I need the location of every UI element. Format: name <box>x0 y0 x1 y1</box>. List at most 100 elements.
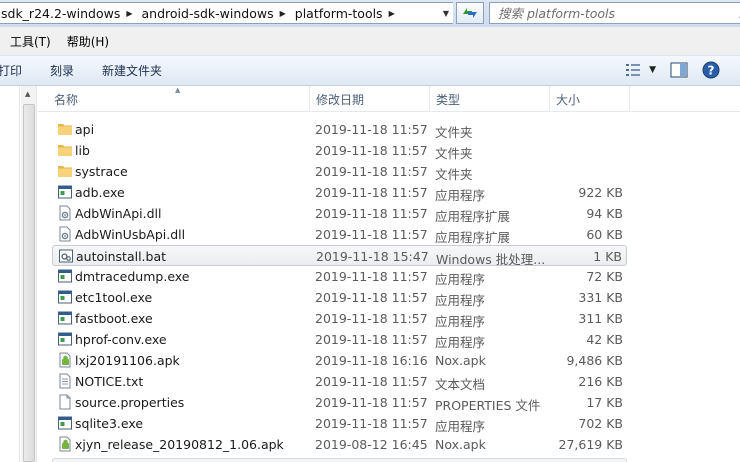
new-folder-button[interactable]: 新建文件夹 <box>88 62 176 79</box>
scroll-up-arrow-icon[interactable]: ▲ <box>25 90 30 98</box>
refresh-icon <box>463 8 477 18</box>
table-row[interactable]: dmtracedump.exe 2019-11-18 11:57 应用程序 72 KB <box>52 266 627 287</box>
file-name: xjyn_release_20190812_1.06.apk <box>75 437 284 452</box>
navigation-scrollbar[interactable]: ▲ <box>21 86 37 462</box>
file-name: hprof-conv.exe <box>75 332 167 347</box>
file-type: Nox.apk <box>435 437 486 452</box>
file-type: 应用程序 <box>435 188 486 203</box>
table-row[interactable]: hprof-conv.exe 2019-11-18 11:57 应用程序 42 KB <box>52 329 627 350</box>
refresh-button[interactable] <box>456 2 484 24</box>
file-date: 2019-11-18 15:47 <box>316 249 429 264</box>
folder-icon <box>57 121 73 137</box>
breadcrumb-chevron-icon[interactable]: ▶ <box>277 9 293 18</box>
burn-button[interactable]: 刻录 <box>36 62 88 79</box>
table-row[interactable]: sqlite3.exe 2019-11-18 11:57 应用程序 702 KB <box>52 413 627 434</box>
file-type: 应用程序 <box>435 419 486 434</box>
table-row[interactable]: api 2019-11-18 11:57 文件夹 <box>52 119 627 140</box>
folder-icon <box>57 163 73 179</box>
file-date: 2019-11-18 11:57 <box>315 269 428 284</box>
address-bar[interactable]: sdk_r24.2-windows ▶ android-sdk-windows … <box>0 2 449 24</box>
table-row[interactable]: adb.exe 2019-11-18 11:57 应用程序 922 KB <box>52 182 627 203</box>
file-size: 72 KB <box>586 269 623 284</box>
menu-tools[interactable]: 工具(T) <box>0 33 59 50</box>
help-button[interactable]: ? <box>702 61 720 79</box>
file-date: 2019-11-18 11:57 <box>315 332 428 347</box>
file-name: adb.exe <box>75 185 125 200</box>
address-bar-row: sdk_r24.2-windows ▶ android-sdk-windows … <box>0 0 740 27</box>
file-size: 216 KB <box>578 374 623 389</box>
file-size: 311 KB <box>578 311 623 326</box>
view-options-button[interactable]: ▼ <box>625 63 656 77</box>
file-date: 2019-11-18 11:57 <box>315 143 428 158</box>
file-date: 2019-11-18 11:57 <box>315 164 428 179</box>
file-size: 1 KB <box>593 249 622 264</box>
scrollbar-thumb[interactable] <box>23 104 35 462</box>
table-row[interactable]: NOTICE.txt 2019-11-18 11:57 文本文档 216 KB <box>52 371 627 392</box>
exe-icon <box>57 310 73 326</box>
dll-icon <box>57 205 73 221</box>
file-type: 应用程序 <box>435 293 486 308</box>
file-type: PROPERTIES 文件 <box>435 398 541 413</box>
preview-pane-icon <box>670 62 688 78</box>
file-date: 2019-11-18 16:16 <box>315 353 428 368</box>
column-type[interactable]: 类型 <box>430 86 550 112</box>
txt-icon <box>57 373 73 389</box>
file-date: 2019-11-18 11:57 <box>315 416 428 431</box>
table-row[interactable]: xjyn_release_20190812_1.06.apk 2019-08-12… <box>52 434 627 455</box>
column-name[interactable]: 名称 <box>48 86 310 112</box>
file-type: 应用程序扩展 <box>435 209 511 224</box>
file-type: 文件夹 <box>435 167 473 182</box>
file-size: 9,486 KB <box>566 353 623 368</box>
bat-icon <box>58 248 74 264</box>
table-row[interactable]: etc1tool.exe 2019-11-18 11:57 应用程序 331 KB <box>52 287 627 308</box>
list-item[interactable] <box>52 458 627 462</box>
breadcrumb-chevron-icon[interactable]: ▶ <box>123 9 139 18</box>
file-date: 2019-11-18 11:57 <box>315 395 428 410</box>
file-date: 2019-08-12 16:45 <box>315 437 428 452</box>
file-type: 文本文档 <box>435 377 486 392</box>
file-type: 应用程序 <box>435 335 486 350</box>
file-type: 应用程序 <box>435 314 486 329</box>
file-type: 文件夹 <box>435 146 473 161</box>
file-date: 2019-11-18 11:57 <box>315 206 428 221</box>
breadcrumb-platform-tools[interactable]: platform-tools <box>293 6 386 21</box>
exe-icon <box>57 331 73 347</box>
breadcrumb-android-sdk[interactable]: android-sdk-windows <box>140 6 277 21</box>
table-row[interactable]: AdbWinApi.dll 2019-11-18 11:57 应用程序扩展 94 KB <box>52 203 627 224</box>
breadcrumb-chevron-icon[interactable]: ▶ <box>386 9 402 18</box>
file-name: source.properties <box>75 395 185 410</box>
file-date: 2019-11-18 11:57 <box>315 374 428 389</box>
file-name: autoinstall.bat <box>76 249 167 264</box>
table-row[interactable]: lib 2019-11-18 11:57 文件夹 <box>52 140 627 161</box>
exe-icon <box>57 415 73 431</box>
exe-icon <box>57 184 73 200</box>
search-input[interactable] <box>490 3 720 23</box>
table-row[interactable]: lxj20191106.apk 2019-11-18 16:16 Nox.apk 9,… <box>52 350 627 371</box>
address-history-chevron-down-icon[interactable]: ▼ <box>439 2 453 24</box>
apk-icon <box>57 352 73 368</box>
column-date[interactable]: 修改日期 <box>310 86 430 112</box>
print-button[interactable]: 打印 <box>0 62 36 79</box>
file-size: 27,619 KB <box>558 437 623 452</box>
file-name: systrace <box>75 164 128 179</box>
column-size[interactable]: 大小 <box>550 86 630 112</box>
exe-icon <box>57 268 73 284</box>
table-row[interactable]: systrace 2019-11-18 11:57 文件夹 <box>52 161 627 182</box>
table-row[interactable]: fastboot.exe 2019-11-18 11:57 应用程序 311 KB <box>52 308 627 329</box>
details-view-icon <box>626 64 641 76</box>
file-name: lxj20191106.apk <box>75 353 180 368</box>
column-header-row: ▲ 名称 修改日期 类型 大小 <box>38 86 740 112</box>
navigation-pane[interactable] <box>0 86 20 462</box>
preview-pane-button[interactable] <box>670 62 688 78</box>
file-name: api <box>75 122 95 137</box>
table-row[interactable]: AdbWinUsbApi.dll 2019-11-18 11:57 应用程序扩展 60… <box>52 224 627 245</box>
file-name: AdbWinApi.dll <box>75 206 162 221</box>
chevron-down-icon[interactable]: ▼ <box>649 65 656 75</box>
menu-help[interactable]: 帮助(H) <box>59 33 117 50</box>
search-box[interactable] <box>489 2 740 24</box>
help-icon: ? <box>702 61 720 79</box>
table-row[interactable]: source.properties 2019-11-18 11:57 PROPERT… <box>52 392 627 413</box>
table-row[interactable]: autoinstall.bat 2019-11-18 15:47 Windows 批… <box>52 245 627 267</box>
file-name: lib <box>75 143 90 158</box>
breadcrumb-sdk[interactable]: sdk_r24.2-windows <box>0 6 123 21</box>
